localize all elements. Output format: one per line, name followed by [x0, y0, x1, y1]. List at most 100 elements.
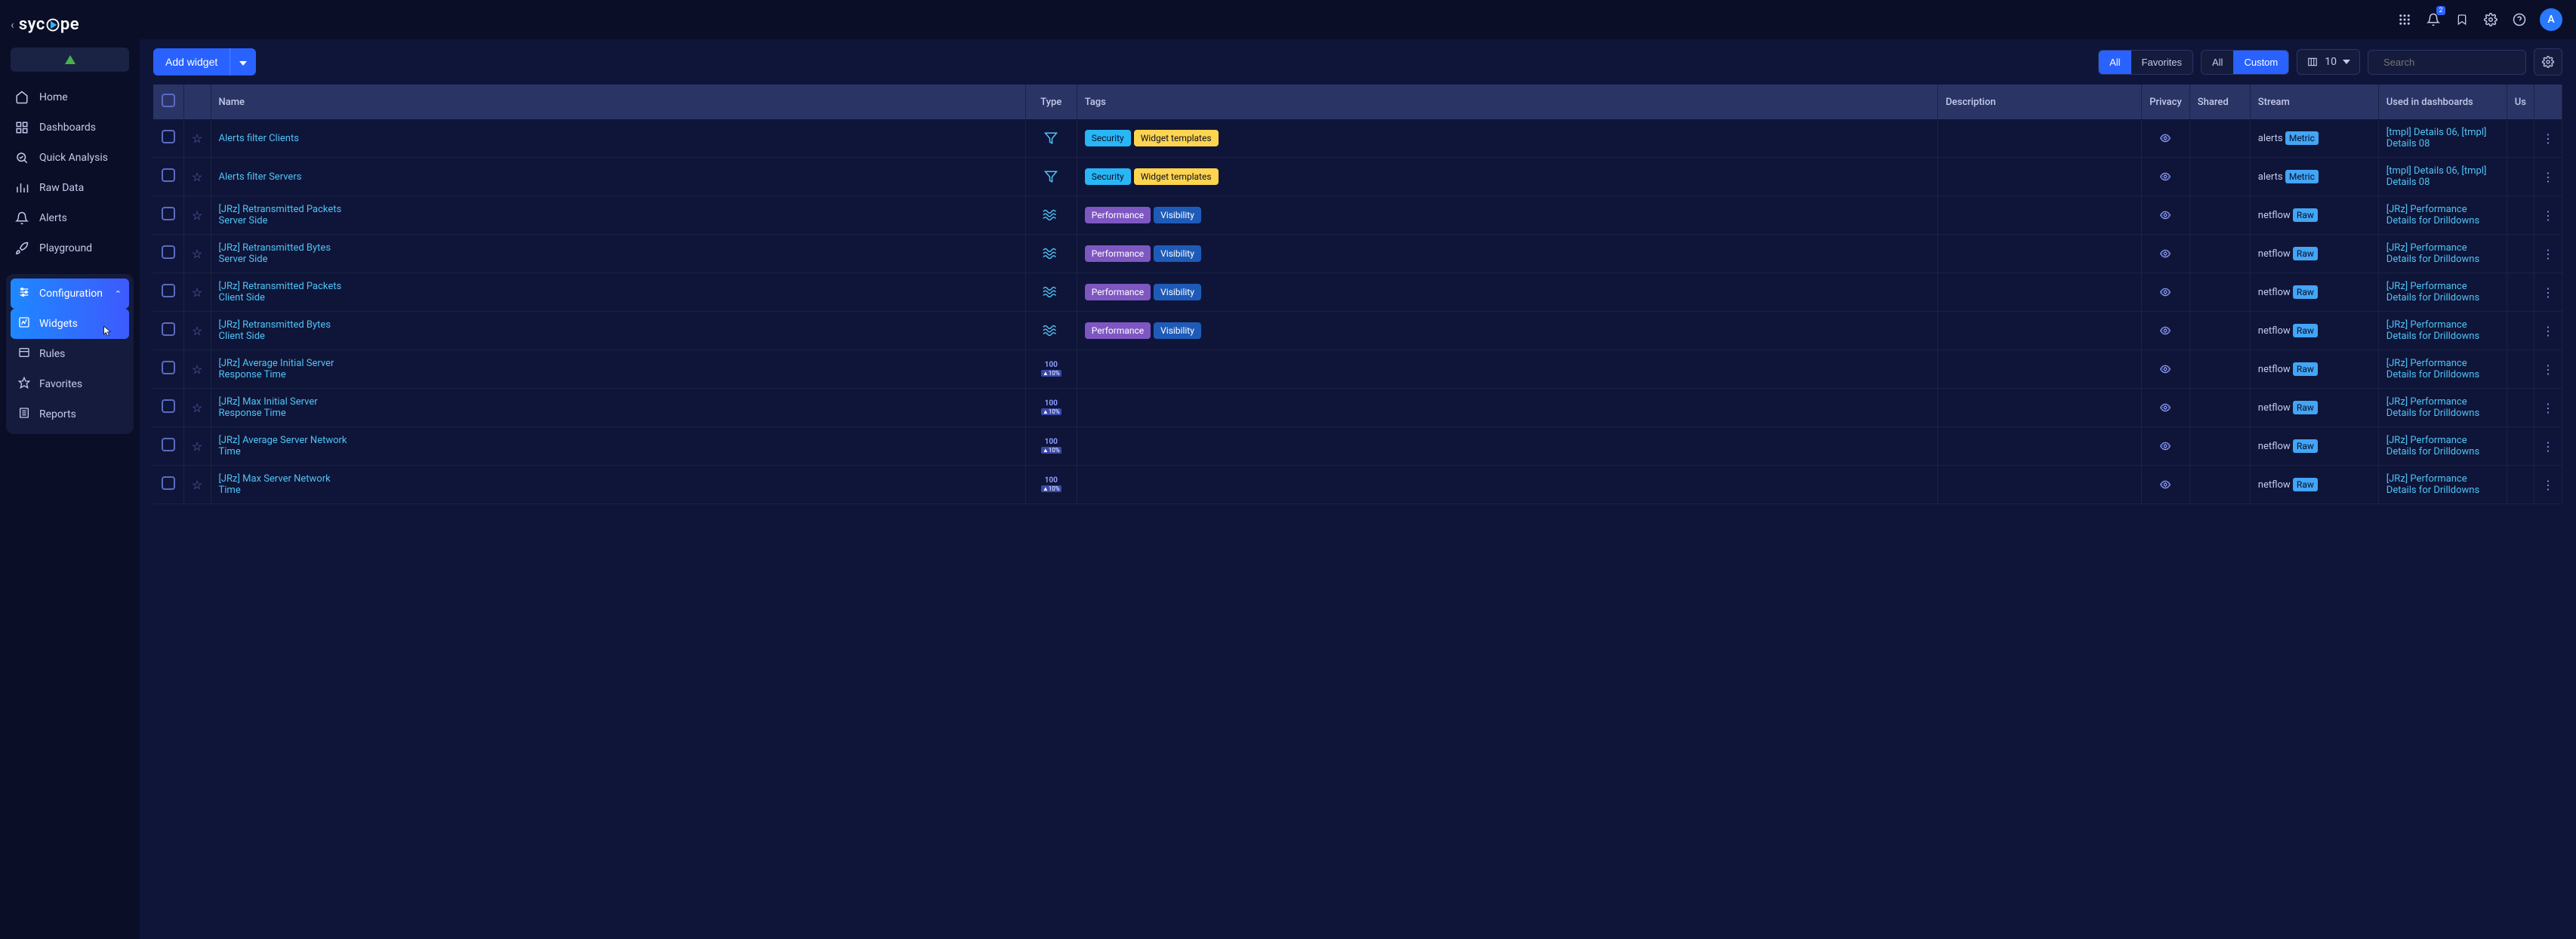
select-all-checkbox[interactable] [162, 94, 175, 107]
widget-name-link[interactable]: [JRz] Average Server Network Time [219, 435, 347, 457]
favorite-star[interactable]: ☆ [192, 131, 202, 146]
row-checkbox[interactable] [162, 168, 175, 182]
used-in-link[interactable]: [JRz] Performance Details for Drilldowns [2386, 319, 2479, 342]
row-menu-button[interactable]: ⋮ [2534, 273, 2562, 312]
widget-name-link[interactable]: [JRz] Max Initial Server Response Time [219, 396, 347, 419]
widget-name-link[interactable]: [JRz] Max Server Network Time [219, 473, 347, 496]
settings-icon[interactable] [2482, 11, 2499, 28]
col-tags[interactable]: Tags [1077, 85, 1937, 119]
collapse-button[interactable] [11, 48, 129, 72]
add-widget-dropdown[interactable] [230, 48, 256, 75]
row-checkbox[interactable] [162, 399, 175, 413]
widget-name-link[interactable]: Alerts filter Clients [219, 133, 299, 144]
subnav-favorites[interactable]: Favorites [11, 369, 129, 399]
filter-favorites-button[interactable]: Favorites [2131, 51, 2192, 74]
row-checkbox[interactable] [162, 438, 175, 451]
col-shared[interactable]: Shared [2189, 85, 2250, 119]
col-us[interactable]: Us [2507, 85, 2534, 119]
favorite-star[interactable]: ☆ [192, 247, 202, 261]
used-in-link[interactable]: [JRz] Performance Details for Drilldowns [2386, 473, 2479, 496]
favorite-star[interactable]: ☆ [192, 362, 202, 377]
subnav-reports[interactable]: Reports [11, 399, 129, 429]
add-widget-button[interactable]: Add widget [153, 48, 230, 75]
star-icon [18, 377, 30, 392]
widget-icon [18, 316, 30, 331]
used-in-link[interactable]: [JRz] Performance Details for Drilldowns [2386, 242, 2479, 265]
user-avatar[interactable]: A [2540, 8, 2562, 31]
row-menu-button[interactable]: ⋮ [2534, 235, 2562, 273]
back-chevron-icon[interactable]: ‹ [11, 17, 14, 32]
used-in-link[interactable]: [JRz] Performance Details for Drilldowns [2386, 358, 2479, 380]
stream-cell: netflow Raw [2250, 235, 2378, 273]
nav-raw-data[interactable]: Raw Data [6, 173, 134, 203]
nav-playground[interactable]: Playground [6, 233, 134, 263]
filter-all2-button[interactable]: All [2202, 51, 2233, 74]
col-description[interactable]: Description [1938, 85, 2142, 119]
subnav-rules[interactable]: Rules [11, 339, 129, 369]
stream-badge: Metric [2285, 131, 2319, 145]
privacy-eye-icon [2149, 402, 2182, 413]
widget-name-link[interactable]: [JRz] Retransmitted Bytes Server Side [219, 242, 347, 265]
search-box[interactable] [2368, 50, 2526, 75]
row-menu-button[interactable]: ⋮ [2534, 119, 2562, 158]
col-privacy[interactable]: Privacy [2142, 85, 2190, 119]
search-input[interactable] [2383, 57, 2516, 68]
widget-name-link[interactable]: [JRz] Retransmitted Bytes Client Side [219, 319, 347, 342]
widget-name-link[interactable]: [JRz] Retransmitted Packets Server Side [219, 204, 347, 226]
row-checkbox[interactable] [162, 245, 175, 259]
nav-dashboards[interactable]: Dashboards [6, 112, 134, 143]
used-in-link[interactable]: [JRz] Performance Details for Drilldowns [2386, 281, 2479, 303]
favorite-star[interactable]: ☆ [192, 208, 202, 223]
used-in-link[interactable]: [tmpl] Details 06, [tmpl] Details 08 [2386, 165, 2487, 188]
col-type[interactable]: Type [1025, 85, 1077, 119]
tag-perf: Performance [1085, 284, 1151, 300]
widget-name-link[interactable]: [JRz] Average Initial Server Response Ti… [219, 358, 347, 380]
bookmark-icon[interactable] [2454, 11, 2470, 28]
help-icon[interactable] [2511, 11, 2528, 28]
favorite-star[interactable]: ☆ [192, 324, 202, 338]
us-cell [2507, 158, 2534, 196]
apps-icon[interactable] [2396, 11, 2413, 28]
favorite-star[interactable]: ☆ [192, 439, 202, 454]
nav-label: Alerts [39, 212, 67, 224]
favorite-star[interactable]: ☆ [192, 478, 202, 492]
col-used[interactable]: Used in dashboards [2378, 85, 2507, 119]
row-menu-button[interactable]: ⋮ [2534, 466, 2562, 504]
used-in-link[interactable]: [JRz] Performance Details for Drilldowns [2386, 435, 2479, 457]
used-in-link[interactable]: [tmpl] Details 06, [tmpl] Details 08 [2386, 127, 2487, 149]
widget-name-link[interactable]: [JRz] Retransmitted Packets Client Side [219, 281, 347, 303]
notifications-icon[interactable]: 2 [2425, 11, 2442, 28]
subnav-configuration[interactable]: Configuration ⌃ [11, 279, 129, 309]
privacy-eye-icon [2149, 171, 2182, 182]
filter-custom-button[interactable]: Custom [2233, 51, 2288, 74]
row-checkbox[interactable] [162, 476, 175, 490]
row-menu-button[interactable]: ⋮ [2534, 312, 2562, 350]
favorite-star[interactable]: ☆ [192, 401, 202, 415]
nav-alerts[interactable]: Alerts [6, 203, 134, 233]
row-menu-button[interactable]: ⋮ [2534, 158, 2562, 196]
row-menu-button[interactable]: ⋮ [2534, 427, 2562, 466]
subnav-widgets[interactable]: Widgets [11, 309, 129, 339]
favorite-star[interactable]: ☆ [192, 170, 202, 184]
avatar-letter: A [2547, 14, 2554, 26]
col-stream[interactable]: Stream [2250, 85, 2378, 119]
row-menu-button[interactable]: ⋮ [2534, 196, 2562, 235]
row-menu-button[interactable]: ⋮ [2534, 350, 2562, 389]
favorite-star[interactable]: ☆ [192, 285, 202, 300]
table-row: ☆[JRz] Retransmitted Bytes Server SidePe… [153, 235, 2562, 273]
row-checkbox[interactable] [162, 284, 175, 297]
widget-name-link[interactable]: Alerts filter Servers [219, 171, 302, 183]
columns-selector[interactable]: 10 [2297, 49, 2360, 75]
col-name[interactable]: Name [211, 85, 1025, 119]
nav-home[interactable]: Home [6, 82, 134, 112]
filter-all-button[interactable]: All [2099, 51, 2131, 74]
row-checkbox[interactable] [162, 207, 175, 220]
row-checkbox[interactable] [162, 322, 175, 336]
used-in-link[interactable]: [JRz] Performance Details for Drilldowns [2386, 204, 2479, 226]
nav-quick-analysis[interactable]: Quick Analysis [6, 143, 134, 173]
row-checkbox[interactable] [162, 361, 175, 374]
row-checkbox[interactable] [162, 130, 175, 143]
row-menu-button[interactable]: ⋮ [2534, 389, 2562, 427]
used-in-link[interactable]: [JRz] Performance Details for Drilldowns [2386, 396, 2479, 419]
table-settings-button[interactable] [2534, 48, 2562, 75]
